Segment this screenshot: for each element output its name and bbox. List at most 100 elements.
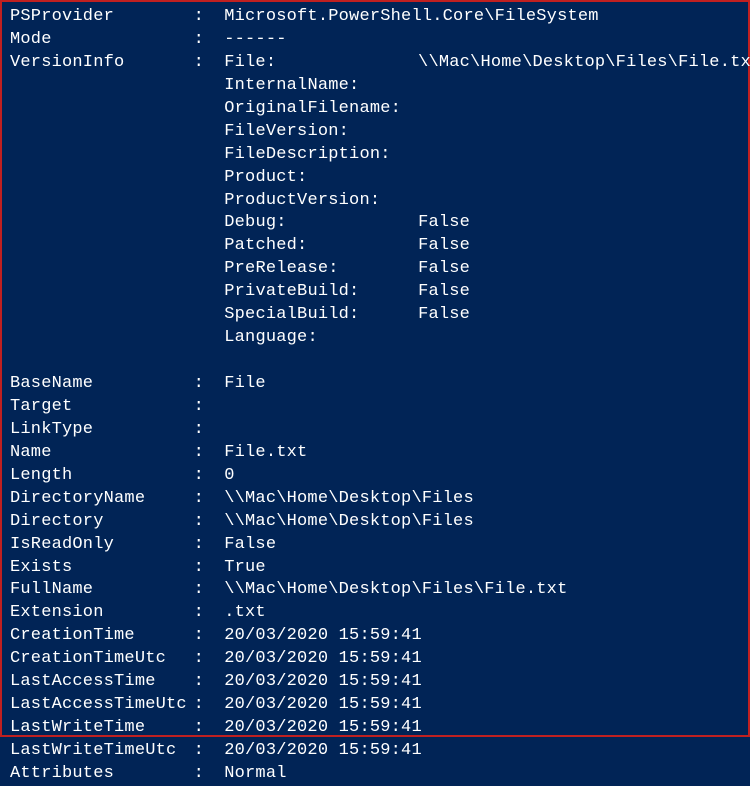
prop-versioninfo-prerelease: PreRelease:False [10,258,740,281]
prop-key: Directory [10,511,194,534]
colon: : [194,488,225,511]
colon: : [194,6,225,29]
prop-value: False [224,534,276,557]
prop-key: BaseName [10,373,194,396]
colon: : [194,557,225,580]
prop-value: 20/03/2020 15:59:41 [224,648,422,671]
prop-key: FullName [10,579,194,602]
vi-value: False [418,235,470,258]
vi-key: Debug: [224,212,418,235]
vi-key: Product: [224,167,418,190]
prop-value: File.txt [224,442,307,465]
prop-value: 0 [224,465,234,488]
prop-versioninfo-productversion: ProductVersion: [10,190,740,213]
prop-value: 20/03/2020 15:59:41 [224,625,422,648]
prop-key: VersionInfo [10,52,194,75]
prop-key: Target [10,396,194,419]
prop-psprovider: PSProvider: Microsoft.PowerShell.Core\Fi… [10,6,740,29]
prop-lastaccesstime: LastAccessTime: 20/03/2020 15:59:41 [10,671,740,694]
prop-mode: Mode: ------ [10,29,740,52]
colon: : [194,579,225,602]
vi-key: PrivateBuild: [224,281,418,304]
prop-directoryname: DirectoryName: \\Mac\Home\Desktop\Files [10,488,740,511]
prop-value: 20/03/2020 15:59:41 [224,740,422,763]
prop-key: Attributes [10,763,194,786]
prop-key: PSProvider [10,6,194,29]
vi-key: Language: [224,327,418,350]
prop-basename: BaseName: File [10,373,740,396]
terminal-output: PSProvider: Microsoft.PowerShell.Core\Fi… [10,6,740,786]
colon: : [194,442,225,465]
vi-value: \\Mac\Home\Desktop\Files\File.txt [418,52,750,75]
vi-key: FileVersion: [224,121,418,144]
prop-value: True [224,557,266,580]
prop-value: File [224,373,266,396]
prop-creationtimeutc: CreationTimeUtc: 20/03/2020 15:59:41 [10,648,740,671]
colon: : [194,671,225,694]
prop-key: IsReadOnly [10,534,194,557]
colon: : [194,373,225,396]
prop-value: Normal [224,763,286,786]
vi-value: False [418,281,470,304]
colon: : [194,648,225,671]
colon: : [194,419,225,442]
vi-key: ProductVersion: [224,190,418,213]
prop-linktype: LinkType: [10,419,740,442]
prop-attributes: Attributes: Normal [10,763,740,786]
colon: : [194,694,225,717]
prop-value: 20/03/2020 15:59:41 [224,671,422,694]
prop-versioninfo-debug: Debug:False [10,212,740,235]
vi-key: InternalName: [224,75,418,98]
prop-length: Length: 0 [10,465,740,488]
prop-name: Name: File.txt [10,442,740,465]
colon: : [194,465,225,488]
colon: : [194,534,225,557]
prop-value: \\Mac\Home\Desktop\Files\File.txt [224,579,567,602]
prop-versioninfo-product: Product: [10,167,740,190]
prop-key: LastAccessTime [10,671,194,694]
prop-key: Name [10,442,194,465]
vi-value: False [418,304,470,327]
prop-key: Length [10,465,194,488]
prop-versioninfo-specialbuild: SpecialBuild:False [10,304,740,327]
prop-exists: Exists: True [10,557,740,580]
colon: : [194,763,225,786]
vi-key: OriginalFilename: [224,98,418,121]
prop-lastaccesstimeutc: LastAccessTimeUtc: 20/03/2020 15:59:41 [10,694,740,717]
vi-key: Patched: [224,235,418,258]
vi-key: PreRelease: [224,258,418,281]
prop-directory: Directory: \\Mac\Home\Desktop\Files [10,511,740,534]
prop-versioninfo-internalname: InternalName: [10,75,740,98]
colon: : [194,625,225,648]
colon: : [194,29,225,52]
prop-versioninfo-file: VersionInfo: File:\\Mac\Home\Desktop\Fil… [10,52,740,75]
prop-versioninfo-patched: Patched:False [10,235,740,258]
prop-key: LastWriteTimeUtc [10,740,194,763]
colon: : [194,740,225,763]
prop-fullname: FullName: \\Mac\Home\Desktop\Files\File.… [10,579,740,602]
prop-value: \\Mac\Home\Desktop\Files [224,488,474,511]
vi-key: SpecialBuild: [224,304,418,327]
vi-key: File: [224,52,418,75]
colon: : [194,52,225,75]
prop-target: Target: [10,396,740,419]
vi-value: False [418,258,470,281]
prop-versioninfo-language: Language: [10,327,740,350]
prop-key: Mode [10,29,194,52]
vi-key: FileDescription: [224,144,418,167]
vi-value: False [418,212,470,235]
colon: : [194,511,225,534]
prop-key: DirectoryName [10,488,194,511]
prop-extension: Extension: .txt [10,602,740,625]
prop-isreadonly: IsReadOnly: False [10,534,740,557]
blank-line [10,350,740,373]
prop-versioninfo-originalfilename: OriginalFilename: [10,98,740,121]
prop-key: LinkType [10,419,194,442]
prop-key: Exists [10,557,194,580]
prop-versioninfo-filedescription: FileDescription: [10,144,740,167]
colon: : [194,602,225,625]
prop-value: ------ [224,29,286,52]
prop-key: CreationTimeUtc [10,648,194,671]
prop-value: Microsoft.PowerShell.Core\FileSystem [224,6,598,29]
prop-value: 20/03/2020 15:59:41 [224,694,422,717]
